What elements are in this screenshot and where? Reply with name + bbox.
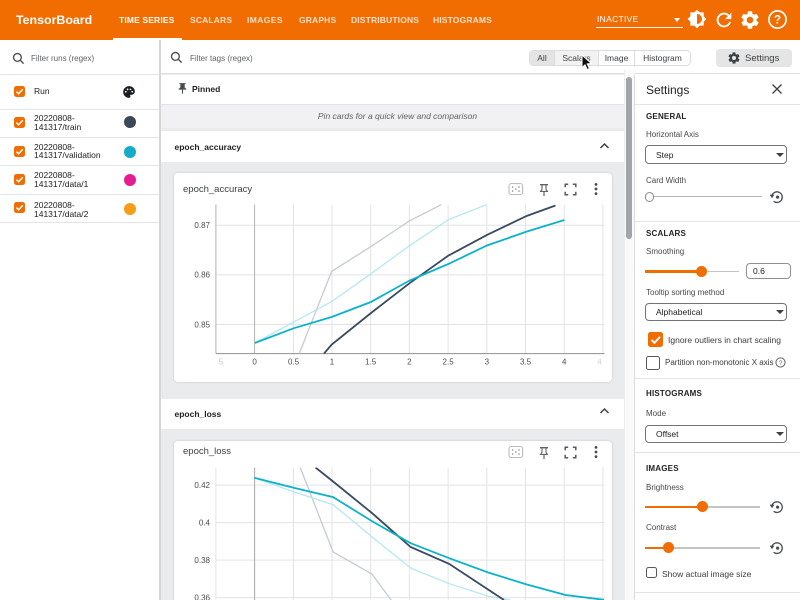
svg-text:2.5: 2.5	[443, 358, 455, 367]
svg-text:3.5: 3.5	[520, 358, 532, 367]
svg-text:0.36: 0.36	[194, 593, 210, 600]
svg-text:0.4: 0.4	[199, 518, 211, 527]
svg-text:0.85: 0.85	[194, 320, 210, 329]
svg-text:5: 5	[219, 358, 224, 367]
svg-text:4: 4	[562, 358, 567, 367]
svg-text:0.42: 0.42	[194, 481, 210, 490]
svg-text:1: 1	[330, 358, 335, 367]
svg-text:0.86: 0.86	[194, 271, 210, 280]
svg-text:0: 0	[252, 358, 257, 367]
svg-text:3: 3	[485, 358, 490, 367]
svg-text:?: ?	[779, 360, 783, 367]
svg-text:?: ?	[774, 15, 781, 27]
svg-text:2: 2	[407, 358, 412, 367]
svg-text:0.38: 0.38	[194, 556, 210, 565]
svg-text:1.5: 1.5	[365, 358, 377, 367]
svg-text:0.5: 0.5	[288, 358, 300, 367]
svg-text:0.87: 0.87	[194, 221, 210, 230]
svg-text:4: 4	[597, 358, 602, 367]
